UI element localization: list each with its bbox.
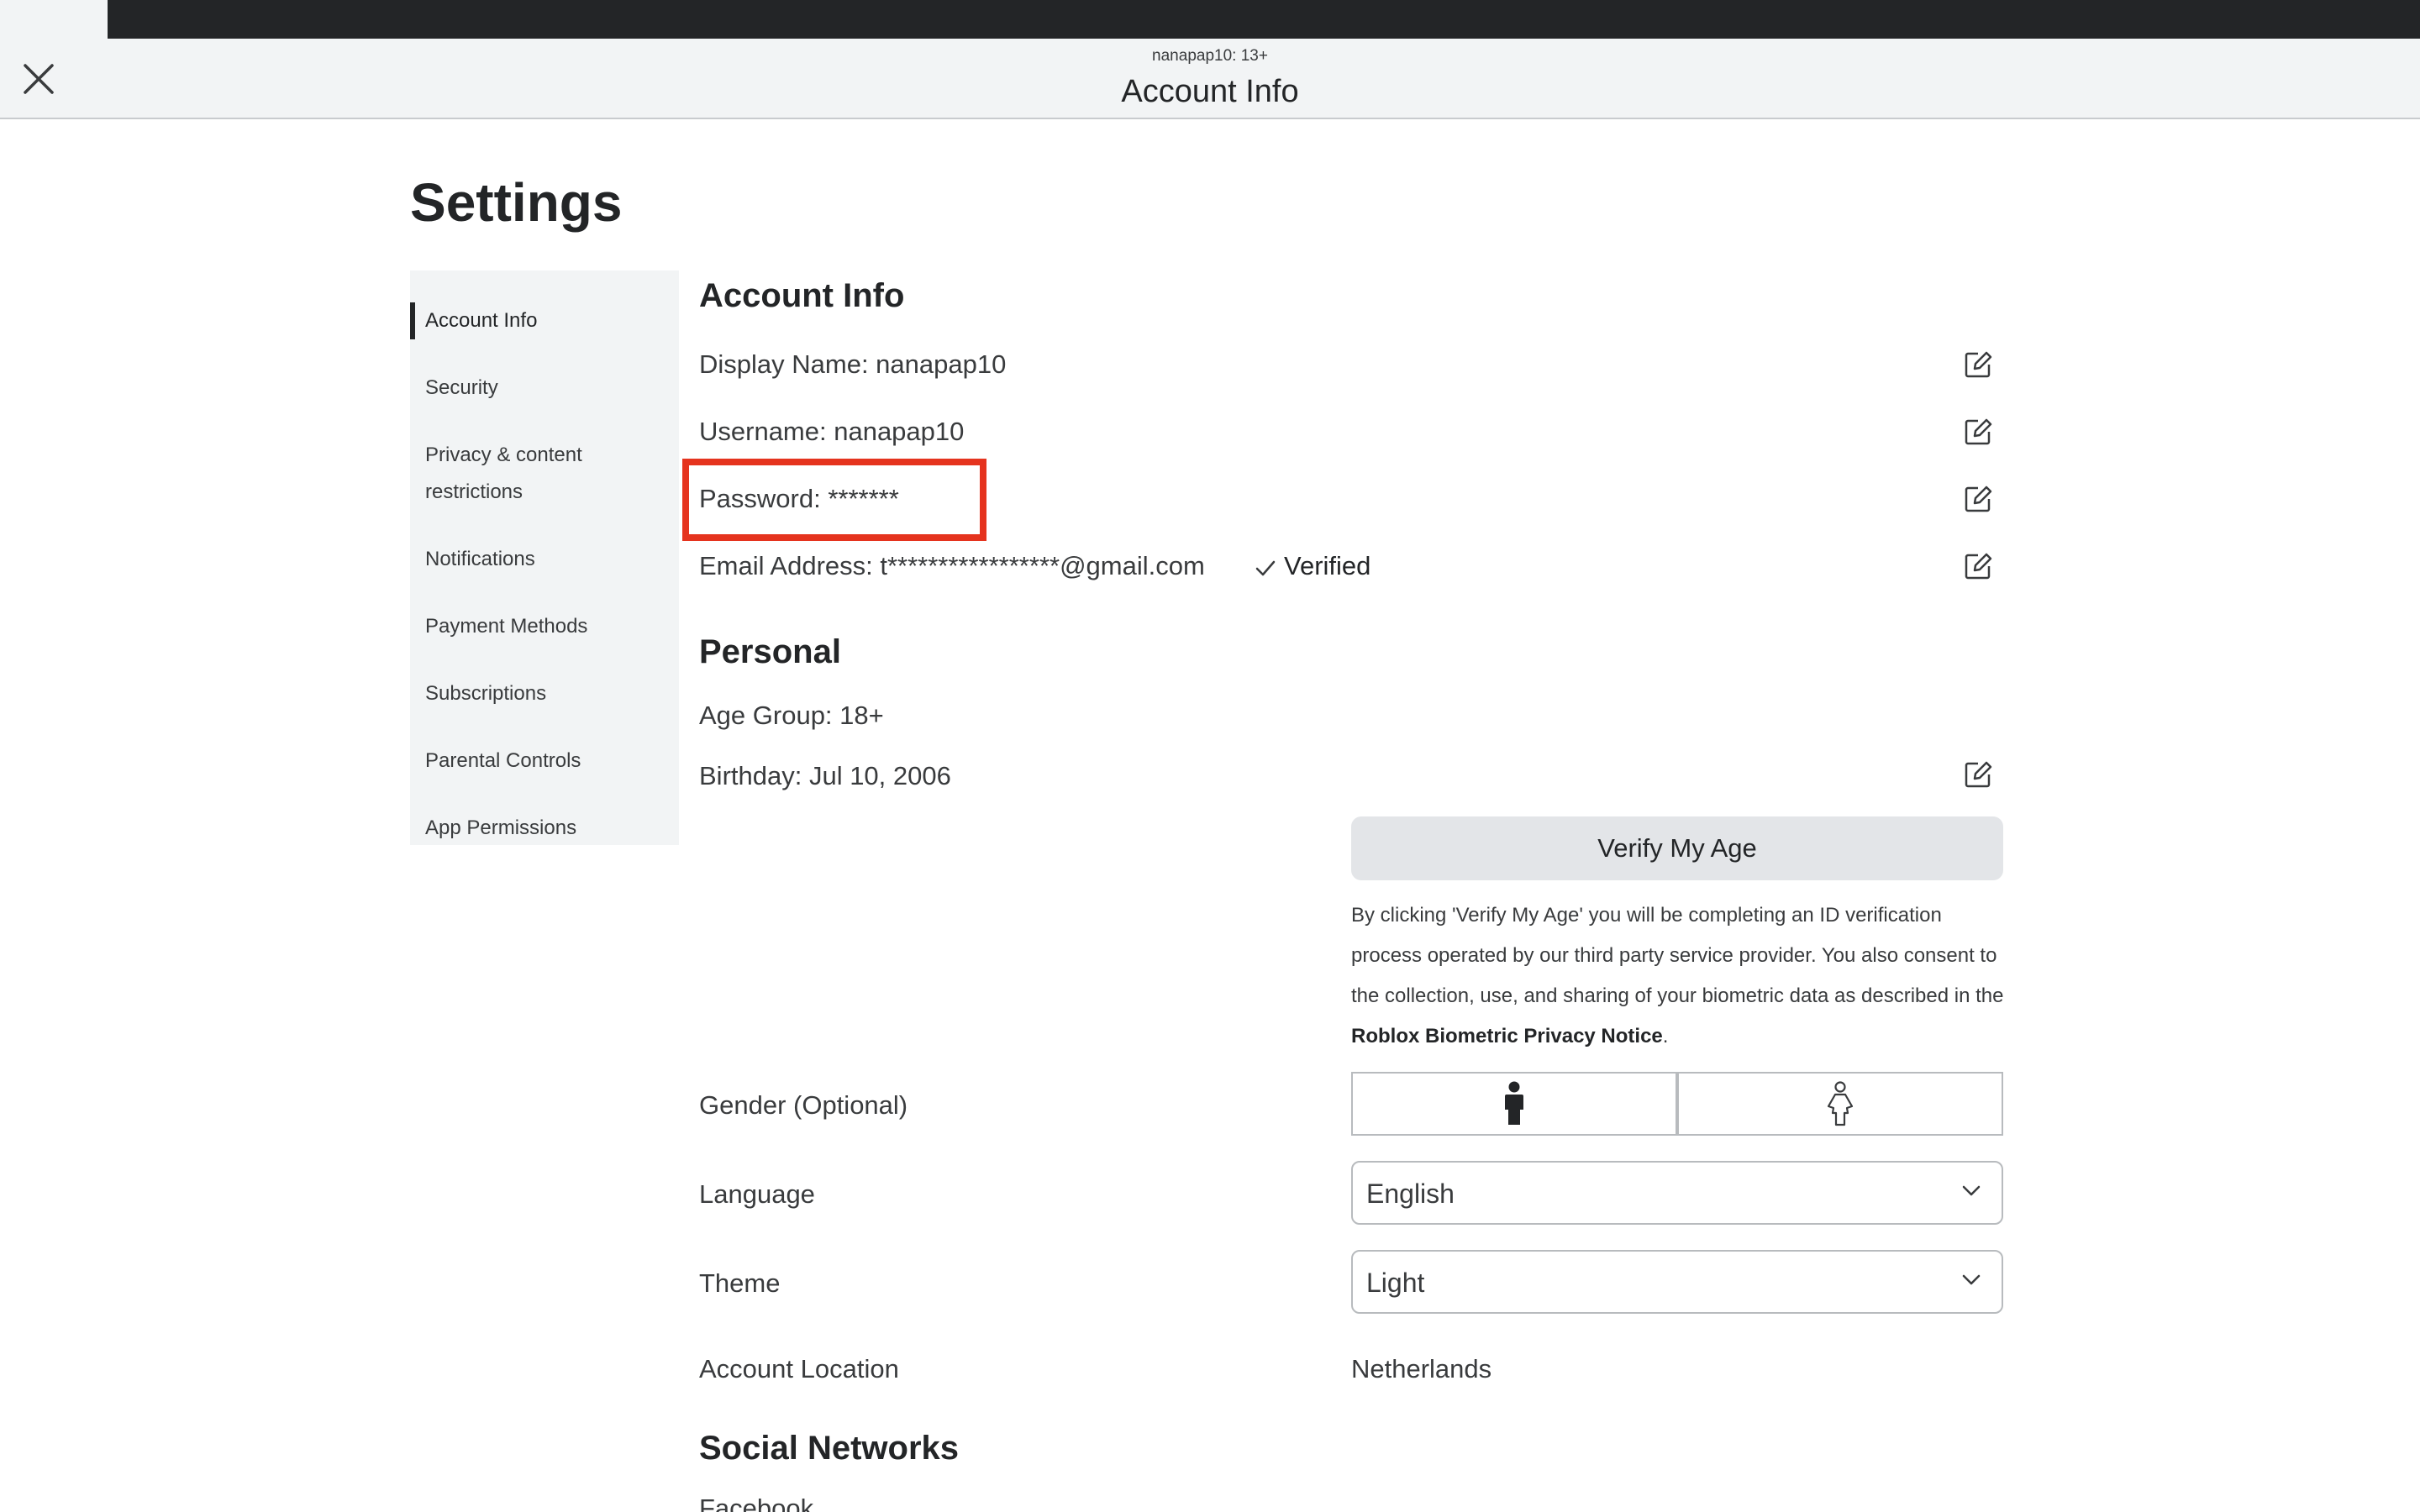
- edit-display-name-icon[interactable]: [1961, 348, 1995, 381]
- username-text: Username: nanapap10: [699, 417, 965, 446]
- gender-label: Gender (Optional): [699, 1090, 908, 1120]
- disclaimer-text: By clicking 'Verify My Age' you will be …: [1351, 904, 2004, 1007]
- display-name-text: Display Name: nanapap10: [699, 349, 1007, 379]
- email-verified-badge: Verified: [1254, 551, 1370, 581]
- verified-label: Verified: [1284, 551, 1371, 580]
- theme-label: Theme: [699, 1268, 781, 1298]
- language-select-value: English: [1366, 1179, 1455, 1209]
- personal-heading: Personal: [699, 633, 841, 670]
- social-networks-heading: Social Networks: [699, 1430, 960, 1467]
- chevron-down-icon: [1962, 1185, 1981, 1196]
- age-group-text: Age Group: 18+: [699, 701, 884, 730]
- chevron-down-icon: [1962, 1274, 1981, 1285]
- male-icon: [1505, 1081, 1523, 1125]
- language-label: Language: [699, 1179, 815, 1209]
- page-title: Settings: [410, 172, 623, 233]
- birthday-text: Birthday: Jul 10, 2006: [699, 761, 951, 790]
- gender-male-option[interactable]: [1351, 1072, 1677, 1136]
- facebook-label: Facebook: [699, 1494, 814, 1512]
- sidebar-item-parental-controls[interactable]: Parental Controls: [410, 743, 679, 780]
- app-background-strip-left: [0, 0, 108, 39]
- sidebar-item-app-permissions[interactable]: App Permissions: [410, 810, 679, 847]
- account-info-heading: Account Info: [699, 277, 905, 314]
- biometric-privacy-notice-link[interactable]: Roblox Biometric Privacy Notice: [1351, 1025, 1663, 1047]
- settings-sidebar: Account Info Security Privacy & content …: [410, 270, 679, 845]
- sidebar-item-privacy-line-2[interactable]: restrictions: [410, 474, 679, 511]
- account-location-label: Account Location: [699, 1354, 899, 1383]
- sidebar-item-account-info[interactable]: Account Info: [410, 302, 679, 339]
- verify-my-age-button[interactable]: Verify My Age: [1351, 816, 2003, 880]
- edit-password-icon[interactable]: [1961, 482, 1995, 516]
- female-icon: [1827, 1081, 1854, 1126]
- password-text: Password: *******: [699, 484, 899, 513]
- edit-birthday-icon[interactable]: [1961, 758, 1995, 791]
- checkmark-icon: [1255, 560, 1276, 576]
- theme-select[interactable]: Light: [1351, 1250, 2003, 1314]
- disclaimer-end: .: [1662, 1025, 1669, 1047]
- edit-username-icon[interactable]: [1961, 415, 1995, 449]
- email-text: Email Address: t*****************@gmail.…: [699, 551, 1205, 580]
- theme-select-value: Light: [1366, 1268, 1425, 1298]
- modal-header: nanapap10: 13+ Account Info: [0, 39, 2420, 119]
- account-location-value: Netherlands: [1351, 1354, 1492, 1383]
- gender-female-option[interactable]: [1677, 1072, 2003, 1136]
- verify-age-disclaimer: By clicking 'Verify My Age' you will be …: [1351, 895, 2015, 1057]
- sidebar-item-payment-methods[interactable]: Payment Methods: [410, 608, 679, 645]
- header-subtitle: nanapap10: 13+: [1152, 47, 1268, 65]
- sidebar-item-notifications[interactable]: Notifications: [410, 541, 679, 578]
- header-title: Account Info: [1121, 74, 1299, 109]
- app-background-strip: [0, 0, 2420, 39]
- sidebar-item-privacy-line-1[interactable]: Privacy & content: [410, 437, 679, 474]
- edit-email-icon[interactable]: [1961, 549, 1995, 583]
- sidebar-item-subscriptions[interactable]: Subscriptions: [410, 675, 679, 712]
- language-select[interactable]: English: [1351, 1161, 2003, 1225]
- sidebar-item-security[interactable]: Security: [410, 370, 679, 407]
